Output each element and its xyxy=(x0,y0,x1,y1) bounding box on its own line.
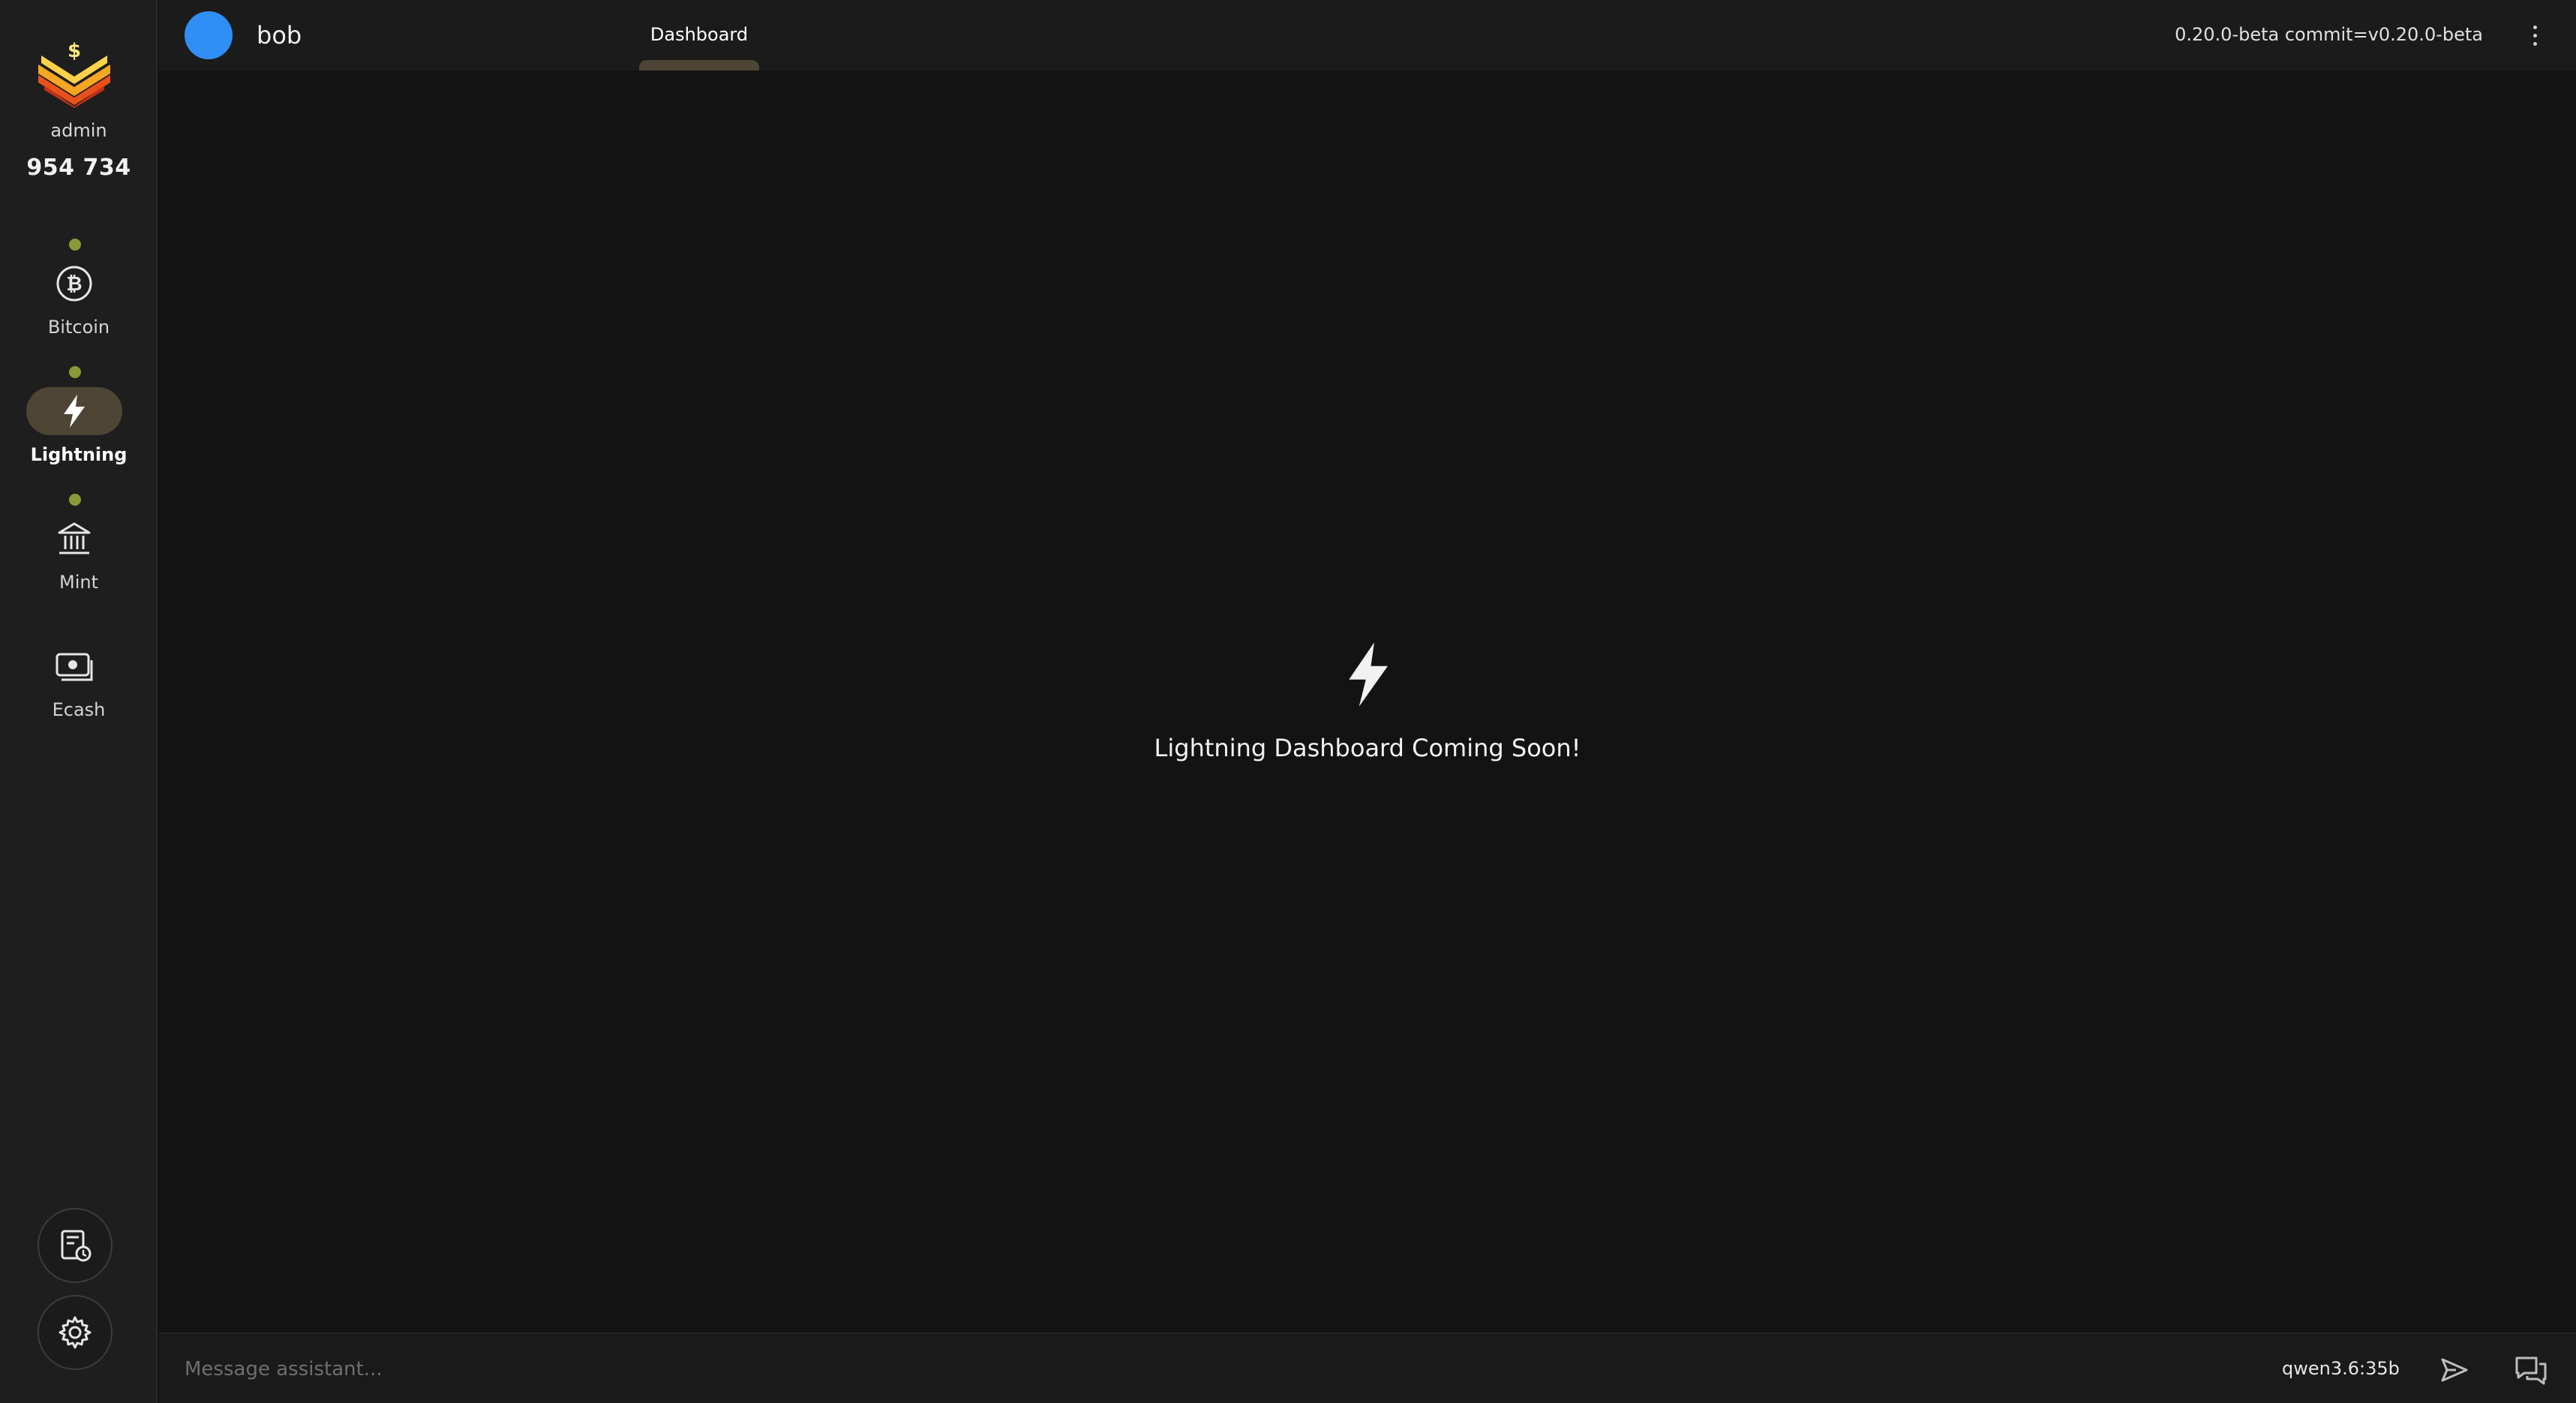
model-selector[interactable]: qwen3.6:35b xyxy=(2282,1358,2400,1379)
chat-history-button[interactable] xyxy=(2511,1352,2550,1388)
assistant-chat-bar: qwen3.6:35b xyxy=(159,1332,2576,1403)
sidebar-item-label: Bitcoin xyxy=(47,317,110,338)
nav-icon-container xyxy=(26,515,122,563)
nav-icon-container xyxy=(26,642,122,690)
history-icon xyxy=(61,1230,92,1262)
status-dot xyxy=(69,239,81,251)
sidebar-item-label: Mint xyxy=(59,572,98,593)
tab-dashboard[interactable]: Dashboard xyxy=(639,0,759,71)
sidebar-item-label: Ecash xyxy=(52,699,106,720)
sidebar-item-mint[interactable]: Mint xyxy=(0,494,158,593)
nav-icon-container xyxy=(26,387,122,435)
empty-state-message: Lightning Dashboard Coming Soon! xyxy=(1154,734,1581,762)
chat-bubbles-icon xyxy=(2515,1356,2547,1385)
main-content: Lightning Dashboard Coming Soon! xyxy=(159,71,2576,1332)
gear-icon xyxy=(59,1316,92,1349)
lightning-icon xyxy=(1349,642,1388,707)
nav-icon-container: ₿ xyxy=(26,260,122,308)
top-bar: bob Dashboard 0.20.0-beta commit=v0.20.0… xyxy=(159,0,2576,71)
sidebar-item-lightning[interactable]: Lightning xyxy=(0,366,158,465)
sidebar: $ admin 954 734 ₿ Bitcoin Lightning Mint… xyxy=(0,0,158,1403)
wallet-balance: 954 734 xyxy=(26,155,131,181)
sidebar-item-label: Lightning xyxy=(30,444,128,465)
bitcoin-icon: ₿ xyxy=(56,266,92,302)
send-icon xyxy=(2441,1358,2468,1382)
node-name: bob xyxy=(257,21,302,50)
status-dot xyxy=(69,366,81,378)
empty-state: Lightning Dashboard Coming Soon! xyxy=(159,641,2576,762)
active-tab-indicator xyxy=(639,60,759,71)
dots-vertical-icon xyxy=(2532,33,2537,38)
app-logo-icon: $ xyxy=(38,40,110,108)
history-button[interactable] xyxy=(38,1208,113,1283)
tab-label: Dashboard xyxy=(650,24,749,45)
status-dot xyxy=(69,494,81,506)
sidebar-item-ecash[interactable]: Ecash xyxy=(0,621,158,720)
dots-vertical-icon xyxy=(2532,25,2537,29)
version-label: 0.20.0-beta commit=v0.20.0-beta xyxy=(2175,24,2483,45)
avatar[interactable] xyxy=(185,11,233,59)
send-button[interactable] xyxy=(2436,1352,2472,1388)
app-window: $ admin 954 734 ₿ Bitcoin Lightning Mint… xyxy=(0,0,2576,1403)
bank-icon xyxy=(58,522,91,554)
svg-text:$: $ xyxy=(68,40,81,62)
dots-vertical-icon xyxy=(2532,41,2537,46)
lightning-icon xyxy=(64,395,85,428)
svg-text:₿: ₿ xyxy=(66,273,82,296)
banknote-icon xyxy=(56,653,93,681)
user-role: admin xyxy=(50,120,107,141)
settings-button[interactable] xyxy=(38,1295,113,1370)
more-menu-button[interactable] xyxy=(2523,18,2546,53)
sidebar-item-bitcoin[interactable]: ₿ Bitcoin xyxy=(0,239,158,338)
message-input[interactable] xyxy=(185,1350,2210,1388)
